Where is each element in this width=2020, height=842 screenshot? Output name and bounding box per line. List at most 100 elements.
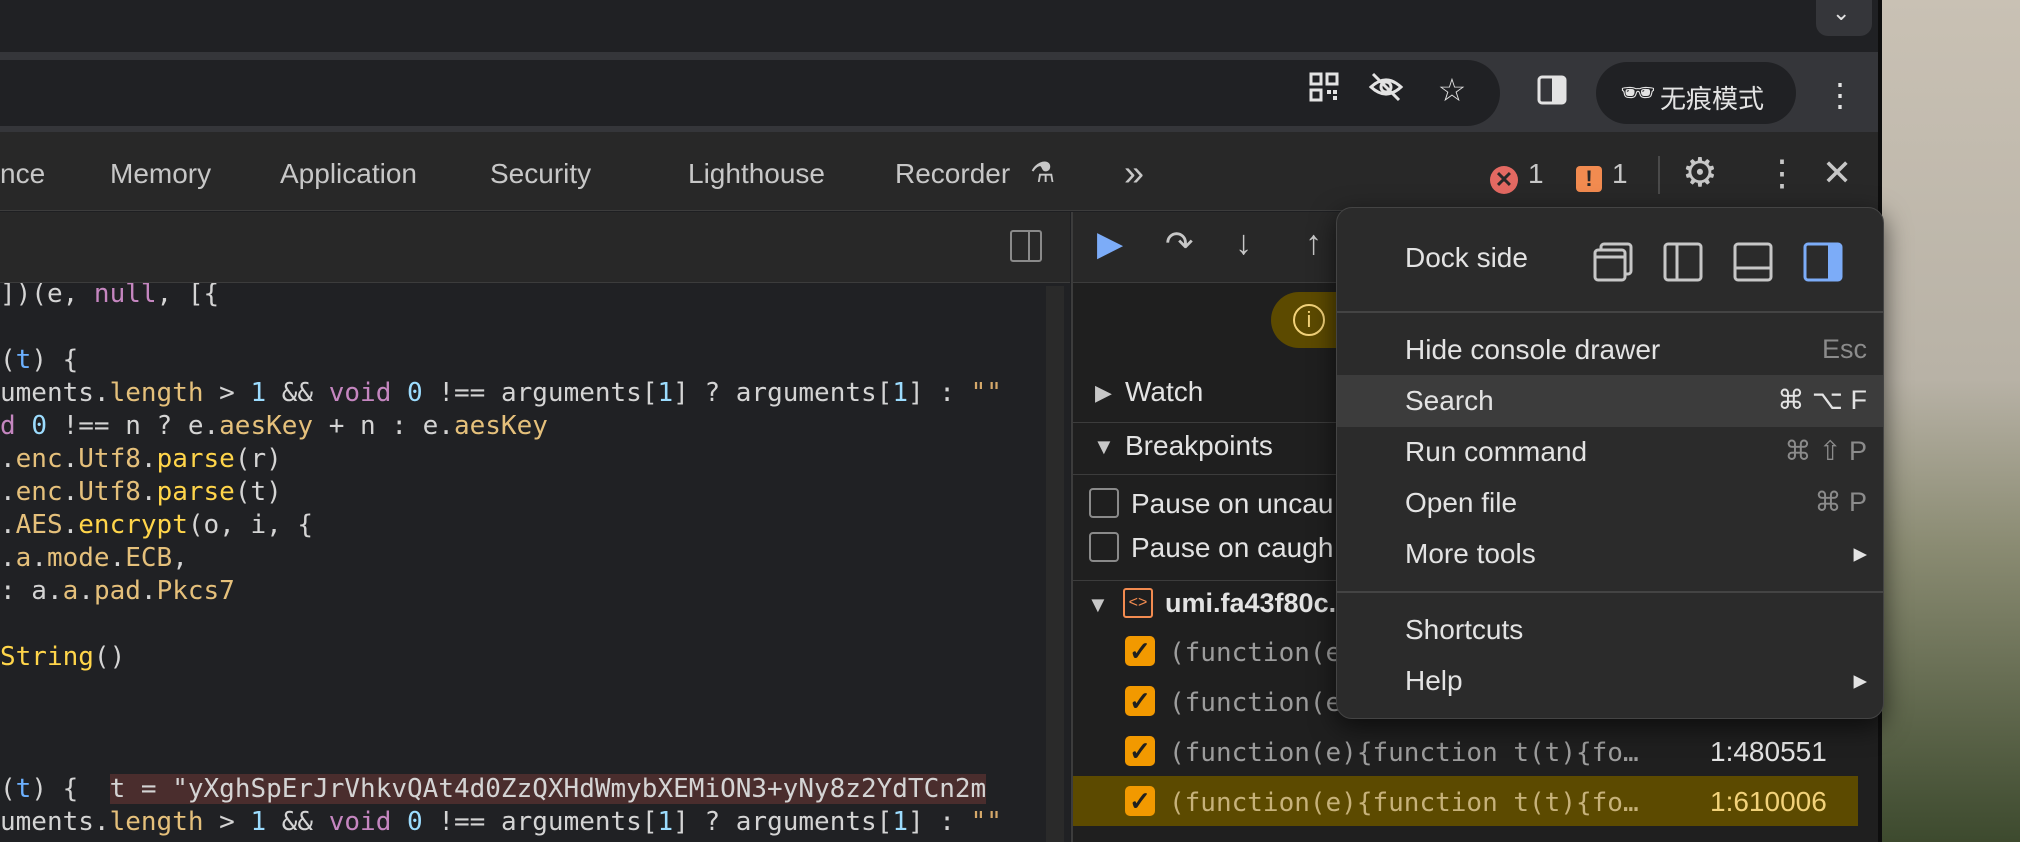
incognito-badge[interactable]: 🕶 无痕模式 — [1596, 62, 1796, 124]
tab-search-button[interactable]: ⌄ — [1816, 0, 1872, 36]
code-line[interactable]: .enc.Utf8.parse(r) — [0, 443, 282, 476]
dock-right-icon[interactable] — [1801, 240, 1845, 284]
warning-icon[interactable]: ! — [1576, 166, 1602, 192]
code-token: ] : — [907, 378, 971, 408]
code-token: (o, i, { — [187, 510, 314, 540]
menu-item-hide-console-drawer[interactable]: Hide console drawer — [1405, 334, 1660, 366]
watch-section[interactable]: Watch — [1125, 376, 1203, 408]
side-panel-icon[interactable] — [1530, 74, 1574, 118]
browser-menu-icon[interactable]: ⋮ — [1824, 76, 1856, 114]
code-token: . — [62, 477, 79, 507]
breakpoint-checkbox[interactable]: ✓ — [1125, 686, 1155, 716]
source-editor[interactable]: ])(e, null, [{(t) {uments.length > 1 && … — [0, 212, 1070, 842]
code-line[interactable]: String() — [0, 641, 125, 674]
dock-bottom-icon[interactable] — [1731, 240, 1775, 284]
breakpoint-checkbox[interactable]: ✓ — [1125, 786, 1155, 816]
code-token: enc — [15, 477, 63, 507]
code-token: . — [0, 444, 16, 474]
breakpoint-row-active[interactable]: ✓ (function(e){function t(t){fo… 1:61000… — [1073, 776, 1858, 826]
menu-item-open-file[interactable]: Open file — [1405, 487, 1517, 519]
breakpoint-file-name[interactable]: umi.fa43f80c. — [1165, 588, 1336, 619]
code-token: !== arguments[ — [422, 378, 658, 408]
editor-scrollbar[interactable] — [1046, 286, 1064, 842]
code-line[interactable]: (t) { t = "yXghSpErJrVhkvQAt4d0ZzQXHdWmy… — [0, 773, 987, 806]
code-line[interactable]: .a.mode.ECB, — [0, 542, 188, 575]
customize-devtools-icon[interactable]: ⋮ — [1764, 152, 1800, 194]
breakpoints-chevron-icon[interactable]: ▼ — [1093, 434, 1115, 460]
code-line[interactable]: (t) { — [0, 344, 78, 377]
menu-item-search[interactable]: Search — [1405, 385, 1494, 417]
tab-performance[interactable]: nce — [0, 158, 45, 190]
code-token: 1 — [657, 378, 674, 408]
eye-off-icon[interactable] — [1364, 71, 1408, 115]
code-token: a — [62, 576, 79, 606]
code-line[interactable]: uments.length > 1 && void 0 !== argument… — [0, 377, 1002, 410]
breakpoint-row[interactable]: ✓ (function(e){function t(t){fo… 1:48055… — [1073, 726, 1853, 776]
code-line[interactable]: uments.length > 1 && void 0 !== argument… — [0, 806, 1002, 839]
error-count[interactable]: 1 — [1528, 158, 1544, 190]
code-line[interactable]: d 0 !== n ? e.aesKey + n : e.aesKey — [0, 410, 548, 443]
step-out-icon[interactable]: ↑ — [1305, 224, 1322, 263]
dock-undock-icon[interactable] — [1591, 240, 1635, 284]
breakpoint-location: 1:610006 — [1710, 786, 1827, 817]
shortcut-open-file: ⌘ P — [1814, 487, 1867, 517]
code-token: 1 — [657, 807, 674, 837]
tab-memory[interactable]: Memory — [110, 158, 211, 190]
menu-item-shortcuts[interactable]: Shortcuts — [1405, 614, 1523, 646]
menu-item-run-command[interactable]: Run command — [1405, 436, 1587, 468]
step-into-icon[interactable]: ↓ — [1235, 224, 1252, 263]
menu-item-more-tools[interactable]: More tools — [1405, 538, 1536, 570]
code-token: > — [203, 378, 251, 408]
breakpoint-checkbox[interactable]: ✓ — [1125, 736, 1155, 766]
star-icon[interactable]: ☆ — [1430, 70, 1474, 114]
code-token: && — [266, 378, 329, 408]
code-line[interactable]: : a.a.pad.Pkcs7 — [0, 575, 235, 608]
code-token: 0 — [407, 378, 423, 408]
code-token: null — [93, 279, 157, 309]
code-token: . — [0, 477, 16, 507]
menu-separator — [1337, 591, 1883, 593]
address-bar[interactable]: ☆ — [0, 60, 1500, 126]
code-line[interactable]: .AES.encrypt(o, i, { — [0, 509, 313, 542]
dock-left-icon[interactable] — [1661, 240, 1705, 284]
code-token: 1 — [250, 378, 267, 408]
breakpoint-checkbox[interactable]: ✓ — [1125, 636, 1155, 666]
qr-code-icon[interactable] — [1302, 71, 1346, 115]
devtools-tab-bar: nce Memory Application Security Lighthou… — [0, 132, 1882, 211]
step-over-icon[interactable]: ↷ — [1165, 224, 1194, 264]
resume-icon[interactable]: ▶ — [1097, 224, 1123, 264]
pause-uncaught-checkbox[interactable] — [1089, 488, 1119, 518]
error-icon[interactable]: ✕ — [1490, 166, 1518, 194]
tab-recorder[interactable]: Recorder — [895, 158, 1010, 190]
menu-item-help[interactable]: Help — [1405, 665, 1463, 697]
warning-count[interactable]: 1 — [1612, 158, 1628, 190]
tab-strip: ⌄ — [0, 0, 1882, 52]
tab-lighthouse[interactable]: Lighthouse — [688, 158, 825, 190]
code-token: (t) — [234, 477, 282, 507]
info-icon: i — [1293, 304, 1325, 336]
file-chevron-icon[interactable]: ▼ — [1087, 592, 1109, 618]
code-token: "" — [970, 378, 1002, 408]
code-token: 0 — [31, 411, 47, 441]
pause-caught-checkbox[interactable] — [1089, 532, 1119, 562]
code-token: enc — [15, 444, 63, 474]
toggle-debugger-sidebar-icon[interactable] — [1010, 230, 1042, 262]
code-token: . — [62, 510, 79, 540]
breakpoints-section[interactable]: Breakpoints — [1125, 430, 1273, 462]
tab-security[interactable]: Security — [490, 158, 591, 190]
code-token: > — [203, 807, 251, 837]
tab-application[interactable]: Application — [280, 158, 417, 190]
code-token: 1 — [892, 378, 908, 408]
close-devtools-icon[interactable]: ✕ — [1822, 152, 1852, 194]
code-line[interactable]: .enc.Utf8.parse(t) — [0, 476, 282, 509]
code-token: . — [109, 543, 126, 573]
code-token: ] : — [907, 807, 971, 837]
more-tabs-button[interactable]: » — [1124, 152, 1144, 194]
code-token: AES — [15, 510, 63, 540]
watch-chevron-icon[interactable]: ▶ — [1095, 380, 1112, 406]
incognito-icon: 🕶 — [1620, 77, 1656, 108]
settings-gear-icon[interactable]: ⚙ — [1682, 150, 1718, 196]
code-token: !== arguments[ — [422, 807, 658, 837]
code-token: parse — [156, 444, 235, 474]
